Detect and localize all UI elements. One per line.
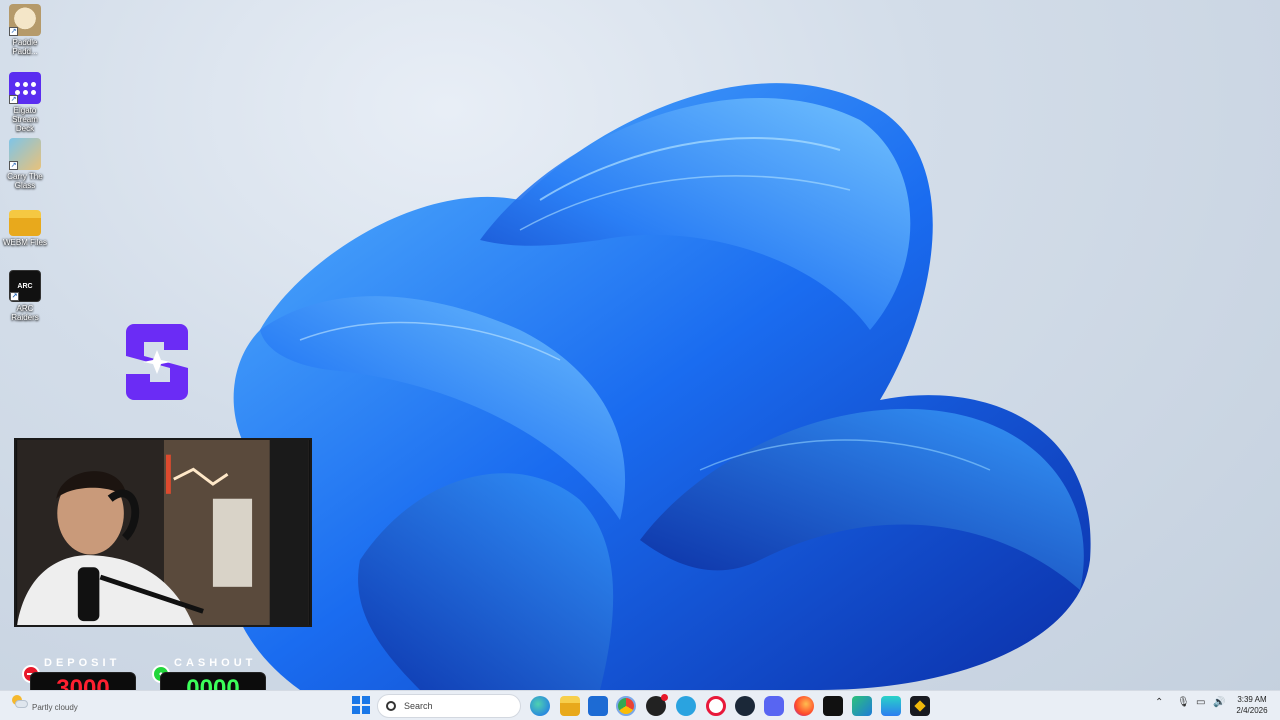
discord-alt-icon[interactable] xyxy=(646,694,668,716)
folder-icon xyxy=(9,210,41,236)
app-icon[interactable] xyxy=(852,696,872,716)
shortcut-arrow-icon: ↗ xyxy=(9,95,18,104)
stake-logo-icon xyxy=(126,324,188,400)
deposit-caption: DEPOSIT xyxy=(44,657,121,669)
opera-icon[interactable] xyxy=(706,696,726,716)
network-icon[interactable]: ▭ xyxy=(1196,697,1205,708)
paddle-face-icon: ↗ xyxy=(9,4,41,36)
discord-icon[interactable] xyxy=(764,696,784,716)
desktop-icon-paddle[interactable]: ↗ Paddle Padd... xyxy=(2,4,48,56)
desktop-icon-label: Carry The Glass xyxy=(7,172,43,190)
weather-widget[interactable]: Partly cloudy xyxy=(10,695,78,712)
epic-icon[interactable] xyxy=(823,696,843,716)
search-box[interactable]: Search xyxy=(377,694,521,718)
file-explorer-icon[interactable] xyxy=(560,696,580,716)
firefox-icon[interactable] xyxy=(794,696,814,716)
desktop-icon-label: ARC Raiders xyxy=(11,304,39,322)
telegram-icon[interactable] xyxy=(676,696,696,716)
taskbar: Partly cloudy Search ⌃ 🎙 ▭ 🔊 3:39 AM 2/4… xyxy=(0,690,1280,720)
binance-icon[interactable] xyxy=(910,696,930,716)
shortcut-arrow-icon: ↗ xyxy=(9,27,18,36)
desktop-icon-stream-deck[interactable]: ↗ Elgato Stream Deck xyxy=(2,72,48,133)
microphone-icon[interactable]: 🎙 xyxy=(1177,697,1190,708)
search-icon xyxy=(386,701,396,711)
vpn-icon[interactable] xyxy=(881,696,901,716)
store-icon[interactable] xyxy=(588,696,608,716)
arc-raiders-icon: ARC ↗ xyxy=(9,270,41,302)
desktop-icon-webm-files[interactable]: WEBM Files xyxy=(2,206,48,247)
clock-time: 3:39 AM xyxy=(1237,695,1267,704)
search-placeholder: Search xyxy=(404,701,433,711)
webcam-feed xyxy=(14,438,312,627)
desktop-icon-label: WEBM Files xyxy=(3,238,47,247)
carry-the-glass-icon: ↗ xyxy=(9,138,41,170)
stream-deck-icon: ↗ xyxy=(9,72,41,104)
shortcut-arrow-icon: ↗ xyxy=(10,292,19,301)
clock[interactable]: 3:39 AM 2/4/2026 xyxy=(1228,694,1276,716)
start-icon[interactable] xyxy=(352,696,372,716)
clock-date: 2/4/2026 xyxy=(1236,706,1268,715)
desktop-icon-label: Paddle Padd... xyxy=(12,38,38,56)
edge-icon[interactable] xyxy=(530,696,550,716)
shortcut-arrow-icon: ↗ xyxy=(9,161,18,170)
desktop-icon-arc-raiders[interactable]: ARC ↗ ARC Raiders xyxy=(2,270,48,322)
volume-icon[interactable]: 🔊 xyxy=(1213,697,1225,708)
weather-text: Partly cloudy xyxy=(32,703,78,712)
steam-icon[interactable] xyxy=(735,696,755,716)
chrome-icon[interactable] xyxy=(616,696,636,716)
desktop-icon-label: Elgato Stream Deck xyxy=(12,106,38,133)
partly-cloudy-icon xyxy=(10,695,28,709)
desktop-icon-carry-the-glass[interactable]: ↗ Carry The Glass xyxy=(2,138,48,190)
cashout-caption: CASHOUT xyxy=(174,657,257,669)
chevron-up-icon[interactable]: ⌃ xyxy=(1155,697,1163,708)
